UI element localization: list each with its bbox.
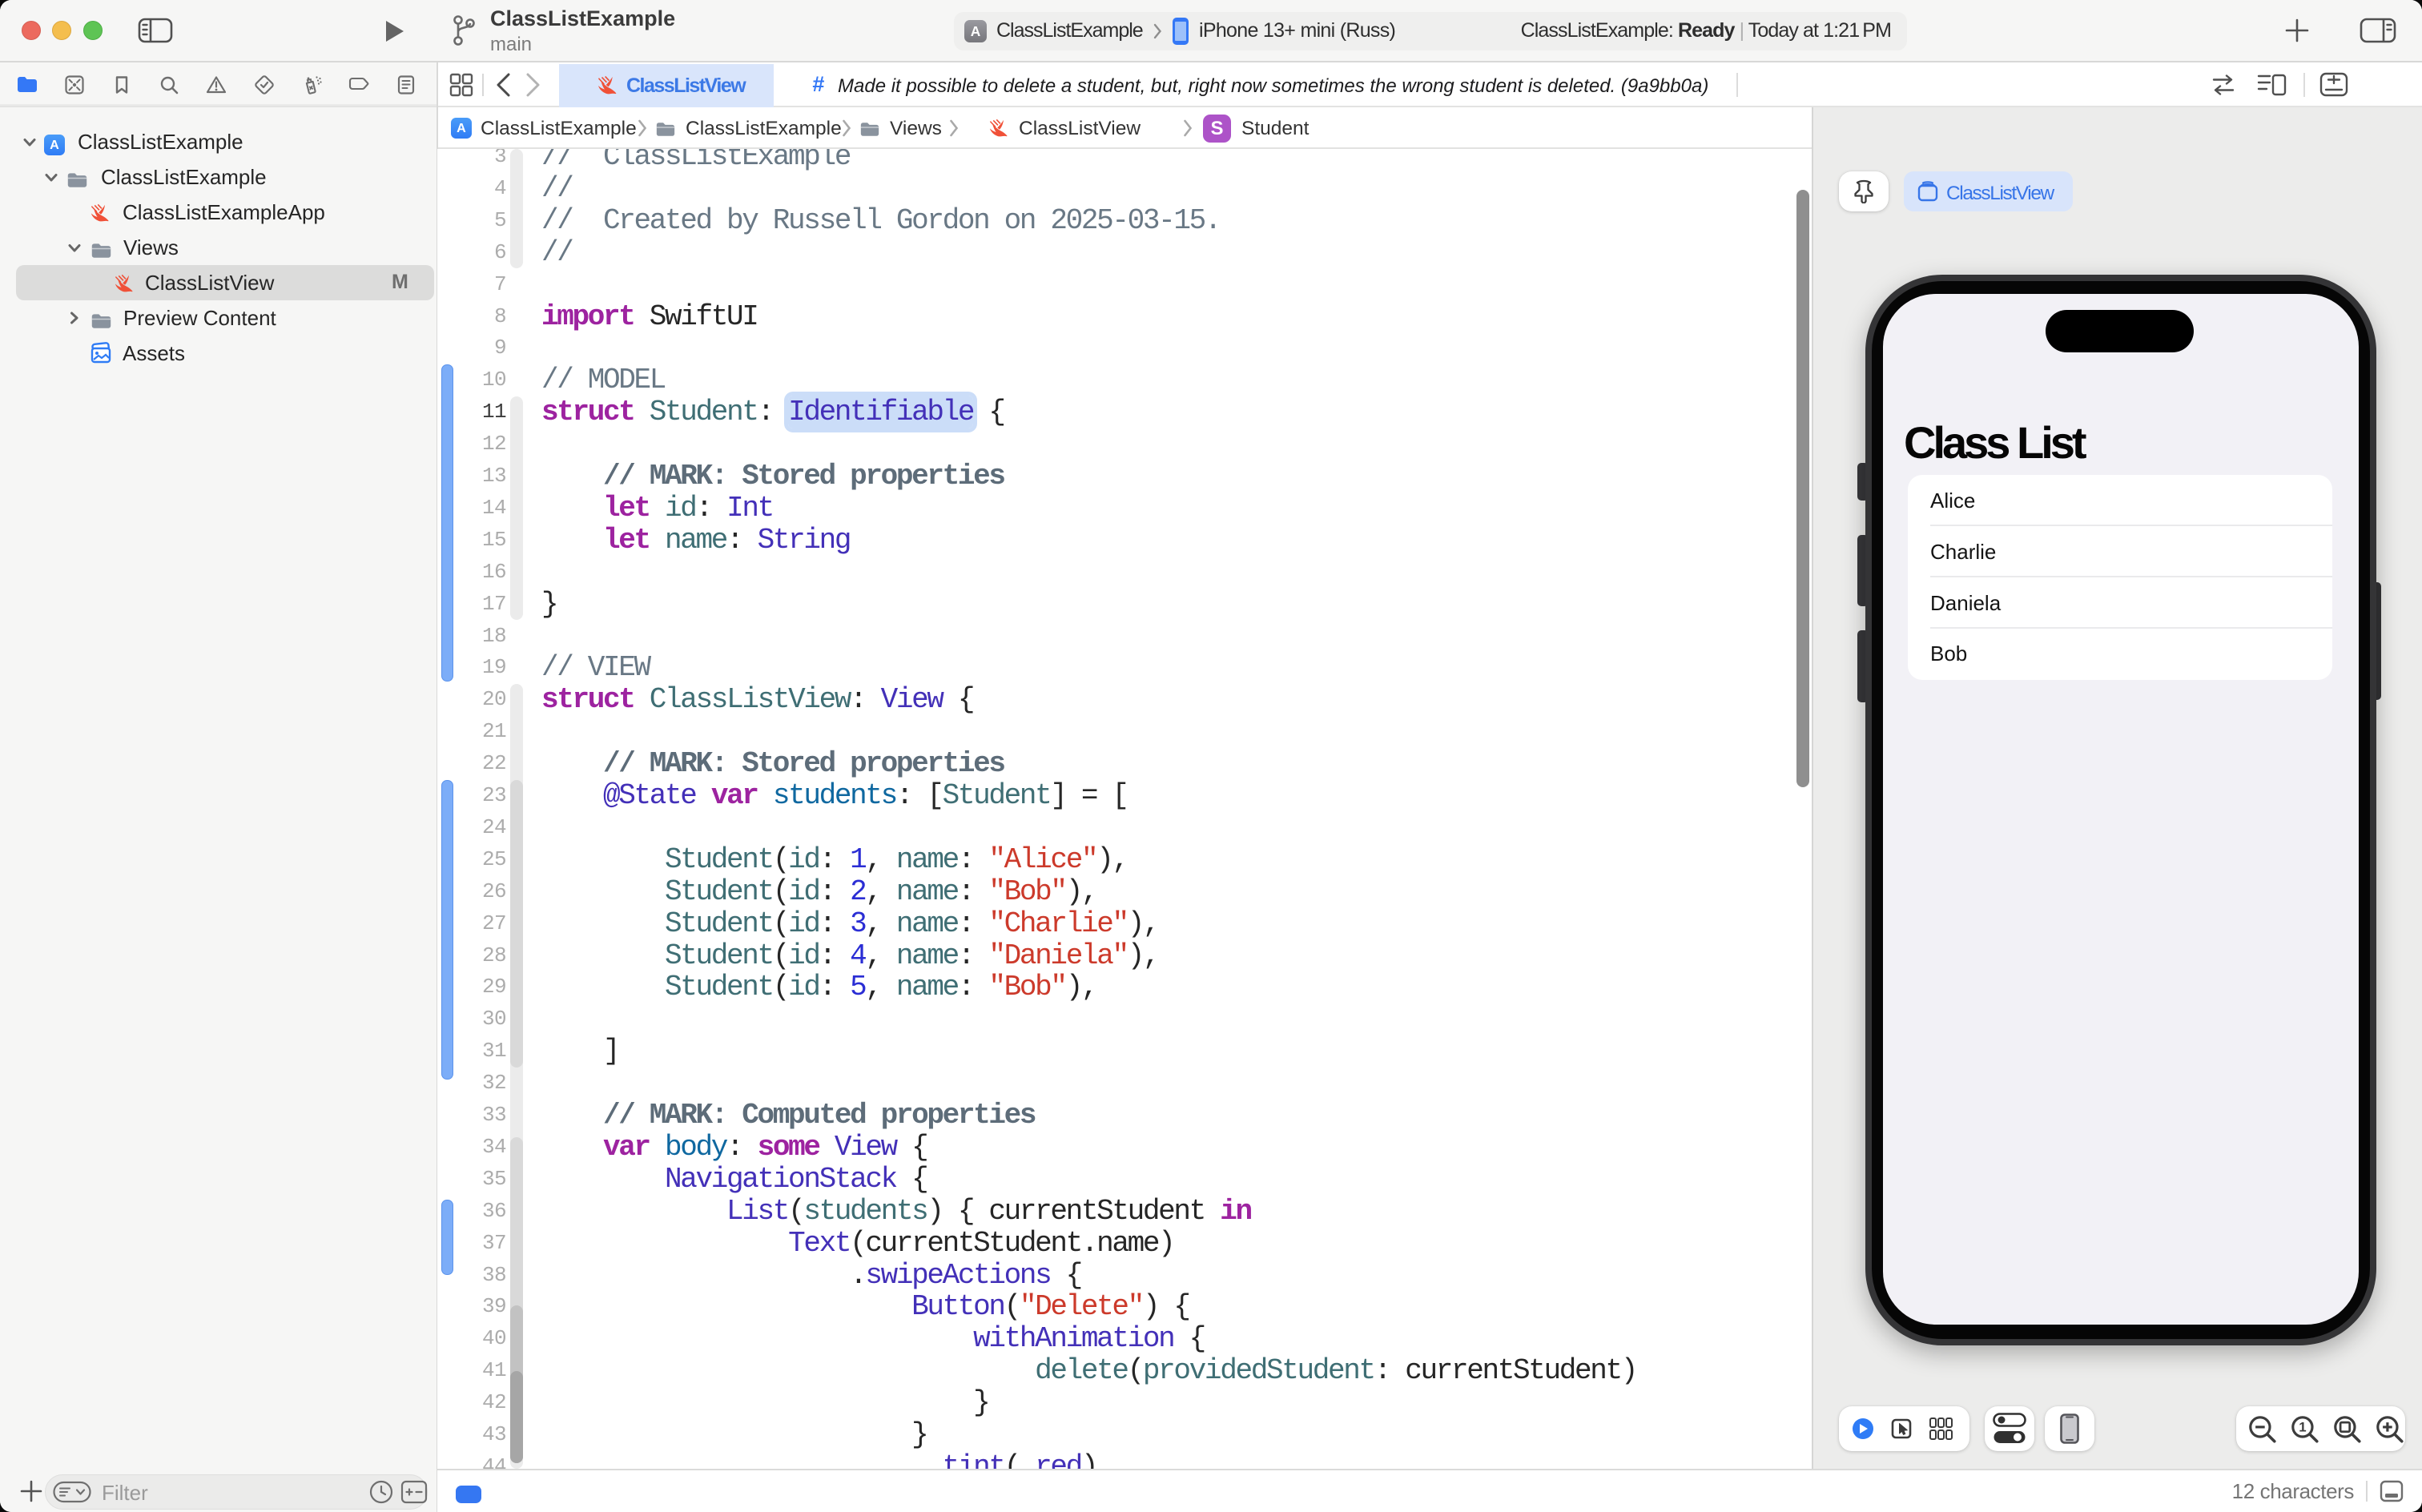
svg-text:1: 1 bbox=[2299, 1420, 2306, 1435]
